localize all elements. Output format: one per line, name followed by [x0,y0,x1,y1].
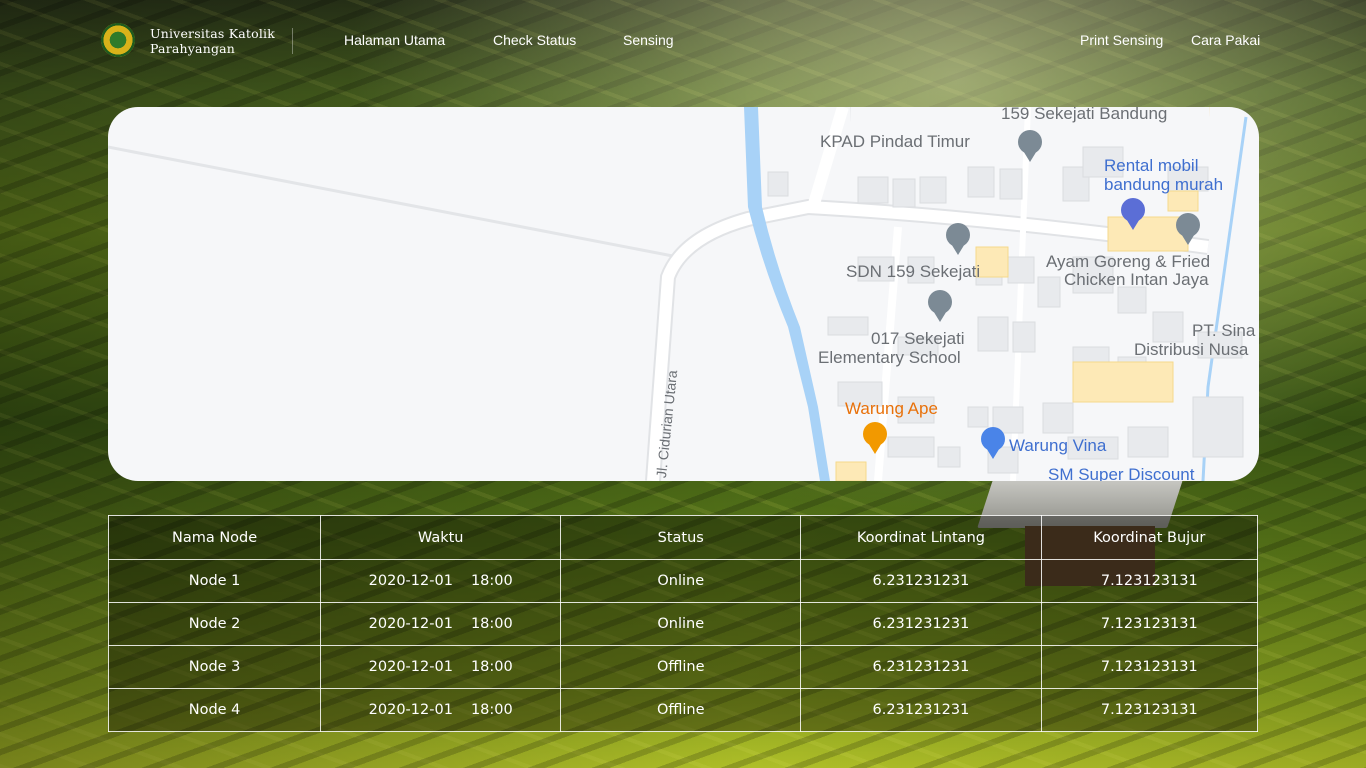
cell-lintang: 6.231231231 [800,688,1042,732]
road-north [807,107,849,209]
cell-status: Offline [560,688,802,732]
map-label-sdn-159-sekejati: SDN 159 Sekejati [846,262,981,281]
cell-lintang: 6.231231231 [800,645,1042,689]
map-label-ayam-goreng: Ayam Goreng & Fried [1046,252,1211,271]
nav-check-status[interactable]: Check Status [493,32,576,48]
cell-node: Node 2 [107,602,322,646]
brand-line-1: Universitas Katolik [150,26,276,41]
cell-time: 18:00 [470,573,513,589]
cell-lintang: 6.231231231 [800,602,1042,646]
top-navbar: Universitas Katolik Parahyangan Halaman … [0,0,1366,80]
cell-bujur: 7.123123131 [1040,645,1259,689]
header-waktu: Waktu [320,515,562,560]
map-view[interactable]: 159 Sekejati Bandung KPAD Pindad Timur R… [108,107,1259,481]
cell-bujur: 7.123123131 [1040,688,1259,732]
cell-waktu: 2020-12-01 18:00 [320,602,562,646]
cell-date: 2020-12-01 [368,616,453,632]
cell-waktu: 2020-12-01 18:00 [320,688,562,732]
brand-line-2: Parahyangan [150,41,236,56]
cell-status: Online [560,559,802,603]
cell-date: 2020-12-01 [368,659,453,675]
map-label-159-sekejati-bandung: 159 Sekejati Bandung [1001,107,1168,123]
header-koordinat-lintang: Koordinat Lintang [800,515,1042,560]
header-status: Status [560,515,802,560]
table-row: Node 2 2020-12-01 18:00 Online 6.23123123… [107,602,1259,646]
table-row: Node 3 2020-12-01 18:00 Offline 6.2312312… [107,645,1259,689]
map-label-rental-mobil: Rental mobil [1104,156,1199,175]
nav-print-sensing[interactable]: Print Sensing [1080,32,1163,48]
map-canvas [108,107,1248,481]
node-table: Nama Node Waktu Status Koordinat Lintang… [107,515,1259,732]
map-label-warung-ape: Warung Ape [845,399,938,418]
cell-node: Node 3 [107,645,322,689]
map-label-017-sekejati: 017 Sekejati [871,329,965,348]
header-nama-node: Nama Node [107,515,322,560]
map-label-pt-sina: PT. Sina [1192,321,1256,340]
cell-status: Online [560,602,802,646]
nav-halaman-utama[interactable]: Halaman Utama [344,32,445,48]
cell-time: 18:00 [470,659,513,675]
cell-bujur: 7.123123131 [1040,559,1259,603]
table-row: Node 4 2020-12-01 18:00 Offline 6.2312312… [107,688,1259,732]
map-label-017-sekejati-2: Elementary School [818,348,961,367]
map-label-warung-vina: Warung Vina [1009,436,1107,455]
university-logo[interactable] [101,23,135,57]
map-label-sm-super-discount: SM Super Discount [1048,465,1195,481]
river [744,107,830,481]
minor-road [108,145,679,259]
cell-status: Offline [560,645,802,689]
cell-waktu: 2020-12-01 18:00 [320,645,562,689]
cell-date: 2020-12-01 [368,702,453,718]
map-label-kpad-pindad-timur: KPAD Pindad Timur [820,132,970,151]
cell-time: 18:00 [470,616,513,632]
header-koordinat-bujur: Koordinat Bujur [1040,515,1259,560]
cell-time: 18:00 [470,702,513,718]
cell-lintang: 6.231231231 [800,559,1042,603]
cell-bujur: 7.123123131 [1040,602,1259,646]
table-row: Node 1 2020-12-01 18:00 Online 6.23123123… [107,559,1259,603]
cell-node: Node 1 [107,559,322,603]
nav-divider [292,28,293,54]
cell-date: 2020-12-01 [368,573,453,589]
nav-cara-pakai[interactable]: Cara Pakai [1191,32,1260,48]
map-label-ayam-goreng-2: Chicken Intan Jaya [1064,270,1209,289]
cell-waktu: 2020-12-01 18:00 [320,559,562,603]
brand-name[interactable]: Universitas Katolik Parahyangan [150,26,275,56]
map-label-rental-mobil-2: bandung murah [1104,175,1224,194]
cell-node: Node 4 [107,688,322,732]
map-label-pt-sina-2: Distribusi Nusa [1134,340,1249,359]
table-header-row: Nama Node Waktu Status Koordinat Lintang… [107,515,1259,560]
nav-sensing[interactable]: Sensing [623,32,674,48]
